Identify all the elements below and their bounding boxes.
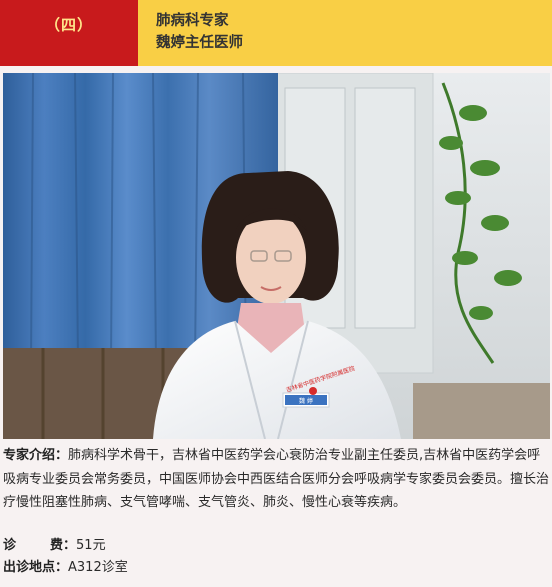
expert-intro: 专家介绍：肺病科学术骨干，吉林省中医药学会心衰防治专业副主任委员,吉林省中医药学… (3, 444, 549, 515)
section-number: （四） (44, 16, 93, 34)
section-header: （四） 肺病科专家 魏婷主任医师 (0, 0, 552, 66)
location-value: A312诊室 (68, 560, 128, 575)
doctor-portrait-image: 魏 婷 吉林省中医药学院附属医院 (3, 73, 550, 439)
fee-label-first: 诊 (3, 538, 17, 553)
section-number-box: （四） (0, 0, 138, 66)
location-label: 出诊地点： (3, 560, 69, 575)
location-row: 出诊地点：A312诊室 (3, 558, 128, 578)
name-card-text: 魏 婷 (299, 397, 313, 405)
expert-intro-text: 肺病科学术骨干，吉林省中医药学会心衰防治专业副主任委员,吉林省中医药学会呼吸病专… (3, 448, 550, 510)
doctor-title-box: 肺病科专家 魏婷主任医师 (138, 0, 552, 66)
department-title: 肺病科专家 (156, 13, 229, 29)
doctor-name-title: 魏婷主任医师 (156, 35, 243, 51)
fee-value: 51元 (76, 538, 106, 553)
doctor-photo: 魏 婷 吉林省中医药学院附属医院 (3, 73, 550, 439)
fee-label-second: 费： (50, 538, 77, 553)
fee-row: 诊 费：51元 (3, 536, 106, 556)
expert-intro-label: 专家介绍： (3, 448, 69, 463)
